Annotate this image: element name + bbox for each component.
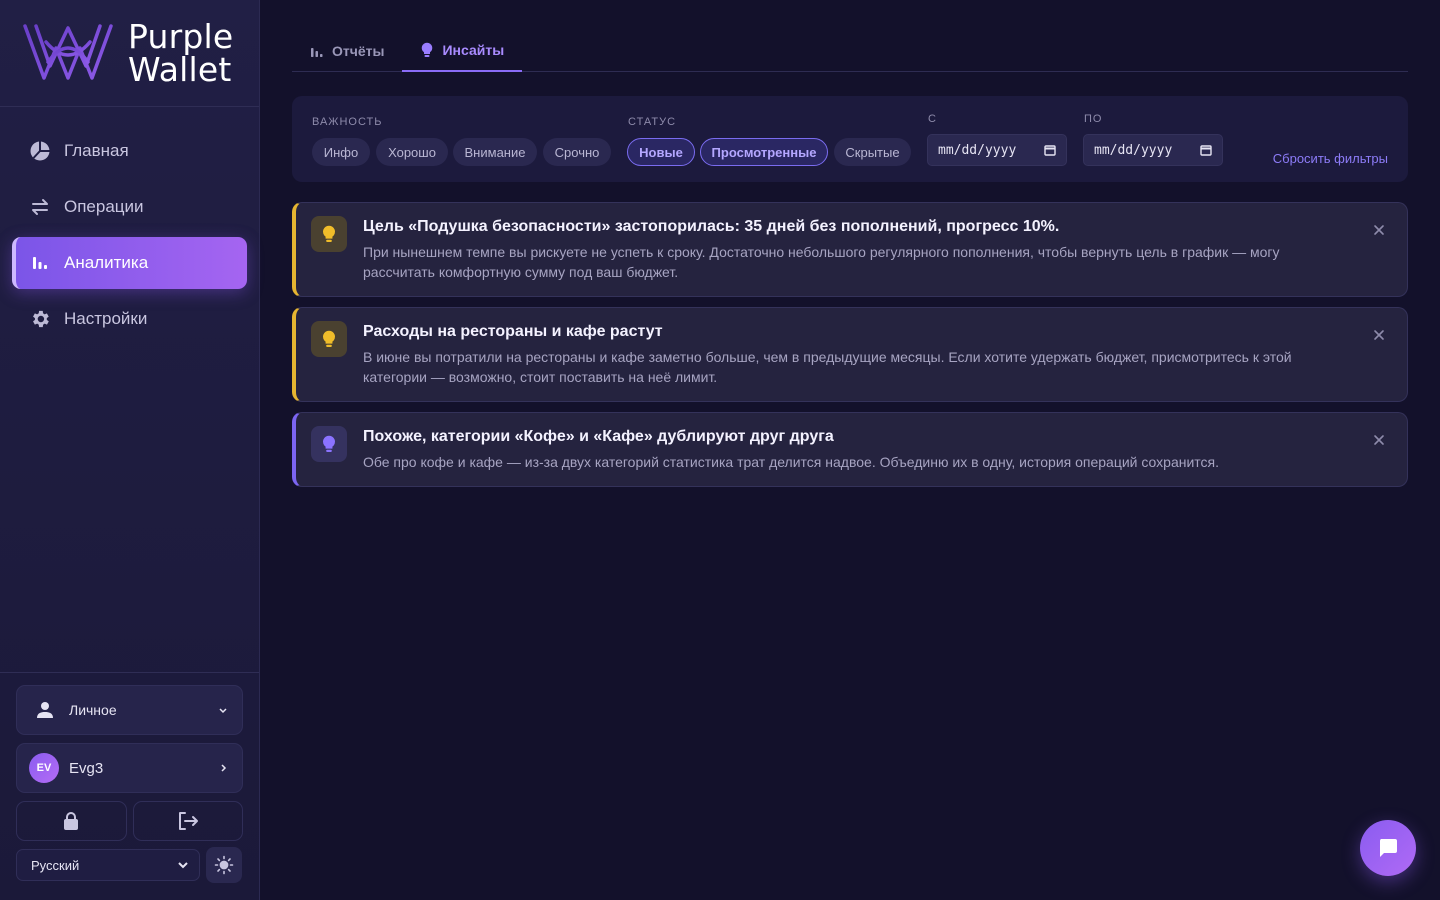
insight-card: Расходы на рестораны и кафе растут В июн… (292, 307, 1408, 402)
user-icon (35, 700, 55, 720)
chip-importance-good[interactable]: Хорошо (376, 138, 448, 166)
importance-label: ВАЖНОСТЬ (312, 116, 383, 128)
bar-chart-icon (310, 44, 324, 58)
chevron-right-icon (218, 763, 228, 773)
insight-icon-box (311, 216, 347, 252)
insight-text: При нынешнем темпе вы рискуете не успеть… (363, 244, 1280, 280)
date-to-placeholder: mm/dd/yyyy (1094, 142, 1173, 158)
sidebar-item-label: Настройки (64, 309, 148, 328)
lock-button[interactable] (16, 801, 127, 841)
chat-button[interactable] (1360, 820, 1416, 876)
insight-title: Похоже, категории «Кофе» и «Кафе» дублир… (363, 428, 834, 445)
tab-label: Отчёты (332, 43, 385, 59)
insight-card: Цель «Подушка безопасности» застопорилас… (292, 202, 1408, 297)
theme-toggle-button[interactable] (206, 847, 242, 883)
bar-chart-icon (28, 251, 52, 275)
tab-label: Инсайты (442, 42, 505, 58)
logout-icon (177, 811, 199, 831)
close-icon[interactable] (1373, 328, 1385, 346)
language-row: Русский (16, 847, 243, 883)
chip-status-viewed[interactable]: Просмотренные (700, 138, 828, 166)
user-name: Evg3 (69, 759, 104, 777)
chip-importance-attention[interactable]: Внимание (453, 138, 537, 166)
lightbulb-icon (420, 42, 434, 58)
gear-icon (28, 307, 52, 331)
language-value: Русский (31, 857, 80, 873)
tab-reports[interactable]: Отчёты (292, 30, 402, 72)
tab-insights[interactable]: Инсайты (402, 30, 523, 72)
chip-status-hidden[interactable]: Скрытые (834, 138, 911, 166)
insight-text: В июне вы потратили на рестораны и кафе … (363, 349, 1292, 385)
logo-line-2: Wallet (128, 50, 232, 89)
lightbulb-icon (321, 329, 337, 349)
purple-wallet-logo-icon (23, 24, 113, 80)
reset-filters-link[interactable]: Сбросить фильтры (1273, 151, 1388, 166)
analytics-tabs: Отчёты Инсайты (292, 0, 1408, 72)
date-from-label: С (928, 113, 937, 125)
transfer-arrows-icon (28, 195, 52, 219)
logout-button[interactable] (132, 801, 243, 841)
calendar-icon (1200, 144, 1212, 156)
insight-card: Похоже, категории «Кофе» и «Кафе» дублир… (292, 412, 1408, 487)
user-profile[interactable]: EV Evg3 (16, 743, 243, 793)
main-nav: Главная Операции Аналитика Настройки (0, 107, 259, 345)
lock-icon (62, 811, 80, 831)
chip-status-new[interactable]: Новые (627, 138, 695, 166)
insight-title: Цель «Подушка безопасности» застопорилас… (363, 218, 1060, 235)
avatar: EV (29, 753, 59, 783)
sidebar-item-label: Операции (64, 197, 144, 216)
account-type-selector[interactable]: Личное (16, 685, 243, 735)
chevron-down-icon (177, 859, 189, 871)
sidebar-item-label: Главная (64, 141, 129, 160)
calendar-icon (1044, 144, 1056, 156)
date-to-input[interactable]: mm/dd/yyyy (1083, 134, 1223, 166)
sidebar-item-settings[interactable]: Настройки (12, 293, 247, 345)
chat-bubble-icon (1376, 836, 1400, 860)
logo[interactable]: Purple Wallet (0, 0, 259, 107)
insight-filters: ВАЖНОСТЬ Инфо Хорошо Внимание Срочно СТА… (292, 96, 1408, 182)
chip-importance-urgent[interactable]: Срочно (543, 138, 611, 166)
insight-icon-box (311, 321, 347, 357)
insight-text: Обе про кофе и кафе — из-за двух категор… (363, 454, 1220, 470)
date-from-input[interactable]: mm/dd/yyyy (927, 134, 1067, 166)
sidebar-item-label: Аналитика (64, 253, 149, 272)
sidebar-item-home[interactable]: Главная (12, 125, 247, 177)
date-to-label: ПО (1084, 113, 1103, 125)
status-label: СТАТУС (628, 116, 677, 128)
insight-title: Расходы на рестораны и кафе растут (363, 323, 663, 340)
chip-importance-info[interactable]: Инфо (312, 138, 370, 166)
language-select[interactable]: Русский (16, 849, 200, 881)
logo-text: Purple Wallet (128, 20, 233, 86)
sidebar: Purple Wallet Главная Операции Аналитика (0, 0, 260, 900)
sun-icon (214, 855, 234, 875)
sidebar-item-analytics[interactable]: Аналитика (12, 237, 247, 289)
quick-actions (16, 801, 243, 841)
main-content: Отчёты Инсайты ВАЖНОСТЬ Инфо Хорошо Вним… (292, 0, 1408, 487)
insight-icon-box (311, 426, 347, 462)
logo-line-1: Purple (128, 17, 234, 56)
date-from-placeholder: mm/dd/yyyy (938, 142, 1017, 158)
sidebar-item-operations[interactable]: Операции (12, 181, 247, 233)
chevron-down-icon (218, 705, 228, 715)
close-icon[interactable] (1373, 223, 1385, 241)
pie-chart-icon (28, 139, 52, 163)
lightbulb-icon (321, 224, 337, 244)
insights-list: Цель «Подушка безопасности» застопорилас… (292, 202, 1408, 487)
close-icon[interactable] (1373, 433, 1385, 451)
lightbulb-icon (321, 434, 337, 454)
sidebar-footer: Личное EV Evg3 Русский (0, 672, 259, 900)
account-type-label: Личное (69, 702, 117, 718)
